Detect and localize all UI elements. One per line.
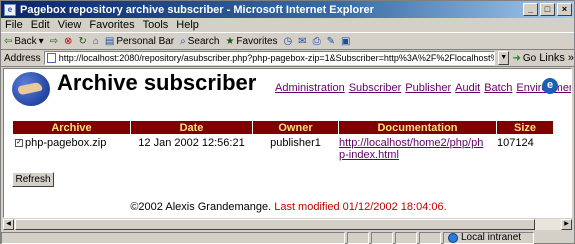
discuss-icon[interactable]: ▣ [341,36,350,47]
page-icon [46,53,56,63]
archive-name: php-pagebox.zip [25,137,107,149]
menu-help[interactable]: Help [176,19,199,31]
header-documentation: Documentation [339,121,496,134]
cell-size: 107124 [497,137,534,149]
menu-tools[interactable]: Tools [143,19,169,31]
table-row: ✓ php-pagebox.zip 12 Jan 2002 12:56:21 pu… [13,135,553,161]
back-arrow-icon: ⇦ [4,35,13,47]
address-dropdown-button[interactable]: ▼ [498,51,510,65]
favorites-icon: ★ [225,35,235,47]
forward-arrow-icon[interactable]: ⇨ [50,36,58,47]
horizontal-scrollbar[interactable]: ◀ ▶ [3,219,572,230]
header-size: Size [497,121,553,134]
status-message-pane [1,231,345,244]
status-pane [371,231,393,244]
back-label: Back [14,35,37,47]
personal-bar-button[interactable]: ▤ Personal Bar [105,36,174,47]
status-pane [347,231,369,244]
ie-app-icon: e [4,3,16,16]
history-icon[interactable]: ◷ [284,36,293,47]
refresh-button[interactable]: Refresh [12,172,54,187]
nav-link-administration[interactable]: Administration [275,82,345,94]
search-label: Search [187,35,220,47]
title-bar: e Pagebox repository archive subscriber … [1,1,574,18]
status-pane [395,231,417,244]
scroll-right-button[interactable]: ▶ [561,219,572,230]
address-value: http://localhost:2080/repository/asubscr… [58,53,494,63]
go-arrow-icon: ➜ [512,52,521,64]
address-label: Address [4,52,41,64]
nav-link-audit[interactable]: Audit [455,82,480,94]
zone-label: Local intranet [461,232,522,243]
header-date: Date [131,121,252,134]
nav-link-publisher[interactable]: Publisher [405,82,451,94]
search-button[interactable]: ⌕ Search [180,36,219,47]
links-label[interactable]: Links [539,52,565,64]
cell-archive: ✓ php-pagebox.zip [13,135,130,161]
minimize-button[interactable]: _ [523,3,538,16]
go-button[interactable]: ➜ Go [512,53,536,64]
page-title: Archive subscriber [57,70,257,95]
hand-icon [17,81,43,96]
cell-date: 12 Jan 2002 12:56:21 [138,137,245,149]
intranet-globe-icon [448,232,458,243]
edit-icon[interactable]: ✎ [327,36,335,47]
browser-window: e Pagebox repository archive subscriber … [0,0,575,244]
stop-icon[interactable]: ⊗ [64,36,72,47]
menu-view[interactable]: View [58,19,82,31]
scroll-left-button[interactable]: ◀ [3,219,14,230]
cell-owner: publisher1 [270,137,321,149]
nav-link-subscriber[interactable]: Subscriber [349,82,402,94]
nav-links: Administration Subscriber Publisher Audi… [275,82,571,94]
last-modified-text: Last modified 01/12/2002 18:04:06. [274,201,447,213]
go-label: Go [522,52,537,64]
security-zone-pane: Local intranet [443,231,534,244]
menu-favorites[interactable]: Favorites [89,19,134,31]
scroll-thumb[interactable] [15,219,535,230]
pagebox-logo [12,72,50,106]
environment-e-icon[interactable]: e [542,78,558,94]
mail-icon[interactable]: ✉ [298,36,306,47]
archive-checkbox[interactable]: ✓ [15,139,23,148]
favorites-label: Favorites [236,35,278,47]
footer: ©2002 Alexis Grandemange. Last modified … [4,201,571,213]
documentation-link[interactable]: http://localhost/home2/php/php-index.htm… [339,137,489,161]
header-owner: Owner [253,121,338,134]
links-chevron-icon[interactable]: » [568,52,574,64]
archive-table: Archive Date Owner Documentation Size ✓ p… [12,120,554,162]
header-archive: Archive [13,121,130,134]
address-bar: Address http://localhost:2080/repository… [1,50,574,67]
address-input[interactable]: http://localhost:2080/repository/asubscr… [43,51,496,65]
menu-edit[interactable]: Edit [31,19,50,31]
search-icon: ⌕ [180,35,186,47]
refresh-icon[interactable]: ↻ [78,36,86,47]
copyright-text: ©2002 Alexis Grandemange. [130,201,272,213]
close-button[interactable]: × [557,3,572,16]
status-pane [419,231,441,244]
page-content: Archive subscriber Administration Subscr… [3,68,572,218]
back-button[interactable]: ⇦ Back ▾ [4,36,44,47]
print-icon[interactable]: ⎙ [313,36,321,47]
table-header-row: Archive Date Owner Documentation Size [13,121,553,134]
window-controls: _ □ × [523,3,572,16]
personal-bar-label: Personal Bar [116,35,175,47]
window-title: Pagebox repository archive subscriber - … [20,3,374,16]
cell-documentation: http://localhost/home2/php/php-index.htm… [339,135,496,161]
toolbar: ⇦ Back ▾ ⇨ ⊗ ↻ ⌂ ▤ Personal Bar ⌕ Search… [1,32,574,50]
home-icon[interactable]: ⌂ [93,36,99,47]
menu-bar: File Edit View Favorites Tools Help [1,18,574,32]
status-bar: Local intranet [1,231,574,244]
nav-link-batch[interactable]: Batch [484,82,512,94]
favorites-button[interactable]: ★ Favorites [225,36,277,47]
maximize-button[interactable]: □ [540,3,555,16]
back-dropdown-icon[interactable]: ▾ [39,36,44,47]
personal-bar-icon: ▤ [104,35,115,47]
menu-file[interactable]: File [5,19,23,31]
